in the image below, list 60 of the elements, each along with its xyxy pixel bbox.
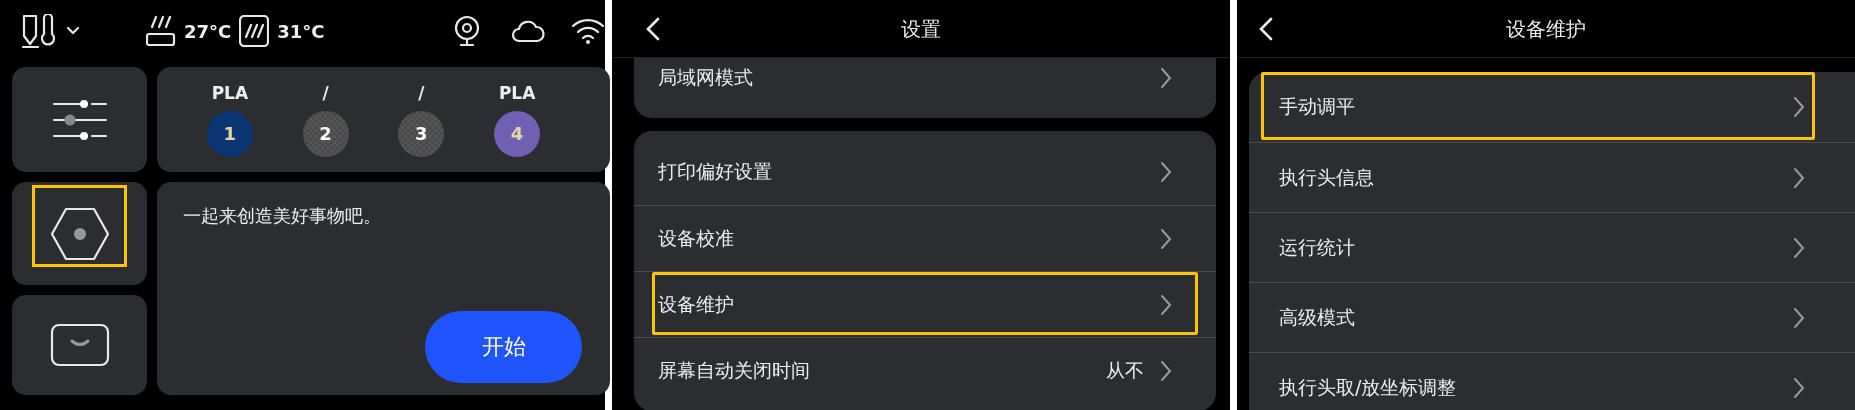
item-label: 执行头信息 xyxy=(1279,164,1374,190)
material-label: PLA xyxy=(211,82,249,103)
menu-item[interactable]: 运行统计 xyxy=(1249,212,1855,282)
item-value: 从不 xyxy=(1106,357,1144,383)
chamber-temperature: 31°C xyxy=(277,20,325,42)
chevron-right-icon xyxy=(1160,359,1172,382)
chevron-right-icon xyxy=(1160,293,1172,316)
slot-number[interactable]: 1 xyxy=(206,110,253,157)
sidebar-button[interactable] xyxy=(12,182,147,285)
material-label: PLA xyxy=(498,82,536,103)
chevron-right-icon xyxy=(1160,67,1172,89)
nozzle-thermometer-icon[interactable] xyxy=(22,14,58,48)
slot-number[interactable]: 3 xyxy=(398,110,445,157)
item-label: 设备校准 xyxy=(658,225,734,251)
welcome-message: 一起来创造美好事物吧。 xyxy=(183,204,382,228)
cloud-icon[interactable] xyxy=(511,19,545,43)
menu-item[interactable]: 设备校准 xyxy=(634,205,1216,271)
screen-title: 设备维护 xyxy=(1506,15,1586,42)
item-label: 设备维护 xyxy=(658,291,734,317)
bed-temperature: 27°C xyxy=(184,20,232,42)
hexagon-icon xyxy=(49,206,110,261)
slot-number[interactable]: 2 xyxy=(302,110,349,157)
chevron-right-icon xyxy=(1793,306,1805,329)
screen-title: 设置 xyxy=(901,15,941,42)
menu-item[interactable]: 手动调平 xyxy=(1249,72,1855,142)
start-button[interactable]: 开始 xyxy=(425,311,582,383)
item-label: 打印偏好设置 xyxy=(658,159,772,184)
tray-icon xyxy=(49,323,110,367)
menu-item[interactable]: 设备维护 xyxy=(634,271,1216,337)
camera-icon[interactable] xyxy=(453,15,481,47)
heated-bed-icon xyxy=(146,15,176,47)
item-label: 执行头取/放坐标调整 xyxy=(1279,374,1457,400)
slot-number[interactable]: 4 xyxy=(494,110,541,157)
menu-item[interactable]: 打印偏好设置 xyxy=(634,139,1216,205)
chevron-down-icon[interactable] xyxy=(66,26,80,36)
menu-item[interactable]: 屏幕自动关闭时间 从不 xyxy=(634,337,1216,403)
wifi-icon[interactable] xyxy=(571,17,605,45)
menu-item[interactable]: 执行头信息 xyxy=(1249,142,1855,212)
back-icon[interactable] xyxy=(1259,16,1273,41)
material-label: / xyxy=(322,82,329,103)
chevron-right-icon xyxy=(1793,166,1805,189)
item-label: 屏幕自动关闭时间 xyxy=(658,357,810,383)
material-label: / xyxy=(418,82,425,103)
back-icon[interactable] xyxy=(646,16,660,41)
item-label: 高级模式 xyxy=(1279,304,1355,330)
chevron-right-icon xyxy=(1793,96,1805,118)
item-label: 局域网模式 xyxy=(658,65,753,90)
item-label: 运行统计 xyxy=(1279,234,1355,260)
sidebar-button[interactable] xyxy=(12,295,147,395)
chevron-right-icon xyxy=(1160,227,1172,250)
sliders-icon xyxy=(51,99,108,140)
chamber-icon xyxy=(239,15,270,47)
chevron-right-icon xyxy=(1793,236,1805,259)
sidebar-button[interactable] xyxy=(12,67,147,172)
menu-item[interactable]: 高级模式 xyxy=(1249,282,1855,352)
chevron-right-icon xyxy=(1160,161,1172,183)
menu-item[interactable]: 局域网模式 xyxy=(634,58,1216,98)
menu-item[interactable]: 执行头取/放坐标调整 xyxy=(1249,352,1855,410)
item-label: 手动调平 xyxy=(1279,94,1355,119)
chevron-right-icon xyxy=(1793,376,1805,399)
